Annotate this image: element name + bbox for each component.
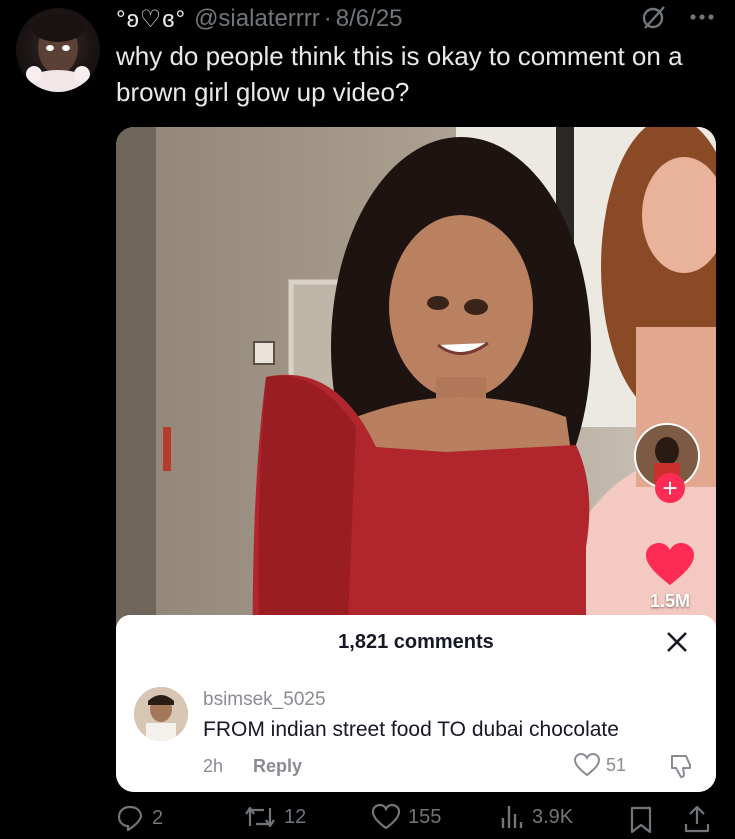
views-icon	[501, 806, 523, 828]
views-button[interactable]: 3.9K	[500, 804, 573, 830]
grok-icon[interactable]	[641, 4, 667, 30]
like-button[interactable]: 155	[372, 804, 441, 830]
tweet-header: °ʚ♡ɞ° @sialaterrrr · 8/6/25	[116, 2, 616, 36]
close-icon[interactable]	[666, 631, 688, 653]
commenter-avatar[interactable]	[134, 687, 188, 741]
comment-reply-button[interactable]: Reply	[253, 756, 302, 777]
reply-button[interactable]: 2	[116, 804, 163, 832]
heart-icon	[372, 804, 400, 830]
retweet-icon	[245, 806, 275, 828]
comments-count: 1,821 comments	[338, 631, 494, 653]
header-icons	[641, 4, 715, 30]
reply-count: 2	[152, 806, 164, 829]
tweet-text: why do people think this is okay to comm…	[116, 41, 683, 107]
comment-text: FROM indian street food TO dubai chocola…	[203, 718, 619, 741]
tweet-media[interactable]: + 1.5M 1,821 comments bsimsek_5025 FROM …	[116, 127, 716, 792]
like-count: 1.5M	[649, 591, 690, 611]
heart-icon[interactable]	[646, 543, 694, 587]
profile-avatar[interactable]	[16, 8, 100, 92]
comment-time: 2h	[203, 756, 224, 776]
comment-like-count: 51	[606, 754, 627, 775]
comments-panel: 1,821 comments bsimsek_5025 FROM indian …	[116, 615, 716, 792]
views-count: 3.9K	[532, 805, 574, 828]
display-name[interactable]: °ʚ♡ɞ°	[116, 5, 186, 34]
like-count: 155	[408, 805, 442, 828]
retweet-count: 12	[284, 805, 307, 828]
more-icon[interactable]	[689, 13, 715, 21]
comment-like-button[interactable]: 51	[574, 753, 626, 777]
retweet-button[interactable]: 12	[244, 804, 306, 830]
handle[interactable]: @sialaterrrr	[194, 5, 320, 33]
separator: ·	[323, 5, 332, 32]
share-icon[interactable]	[684, 804, 710, 834]
follow-plus-button[interactable]: +	[655, 473, 685, 503]
reply-icon	[117, 805, 143, 832]
heart-outline-icon	[574, 753, 600, 777]
bookmark-icon[interactable]	[630, 806, 652, 834]
dislike-icon[interactable]	[668, 753, 694, 779]
tweet-date[interactable]: 8/6/25	[336, 5, 403, 33]
action-bar: 2 12 155 3.9K	[116, 800, 716, 836]
comment-username[interactable]: bsimsek_5025	[203, 689, 326, 711]
